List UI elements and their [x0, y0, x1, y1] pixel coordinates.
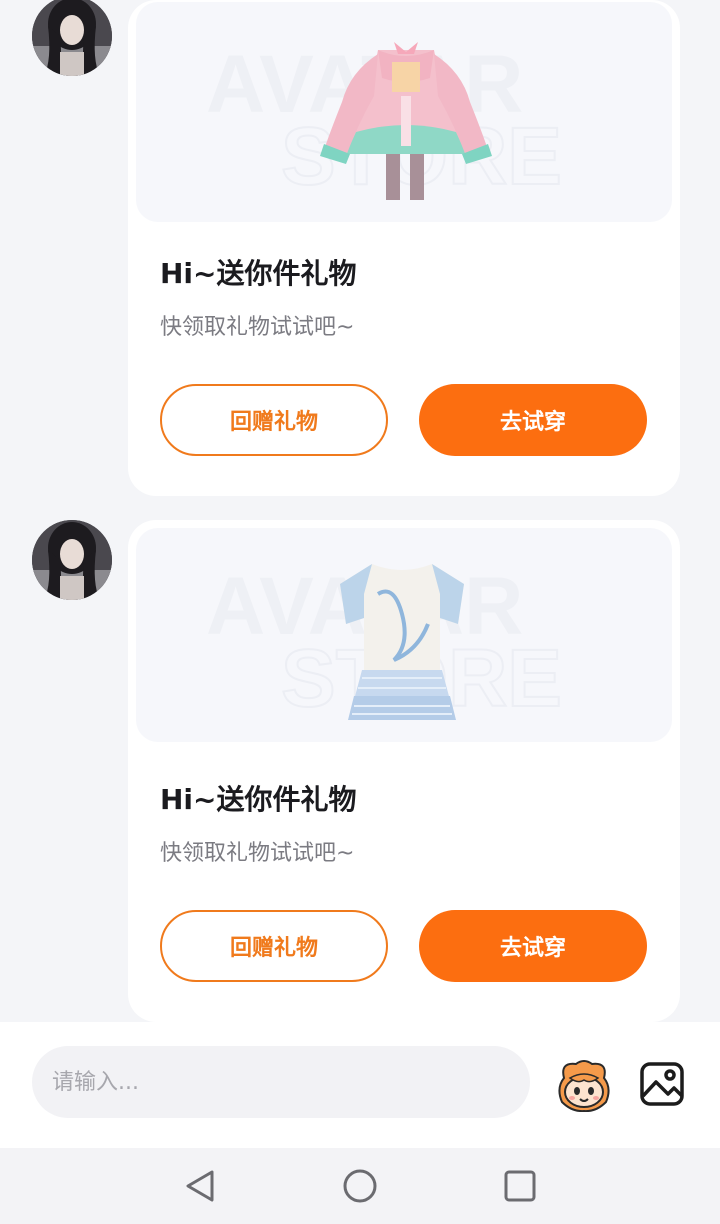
- try-on-button[interactable]: 去试穿: [419, 910, 647, 982]
- gift-subtitle: 快领取礼物试试吧~: [160, 315, 355, 340]
- message-input[interactable]: [32, 1046, 530, 1118]
- lolita-dress-illustration: [320, 42, 492, 200]
- message-input-bar: [0, 1022, 720, 1148]
- return-gift-button[interactable]: 回赠礼物: [160, 910, 388, 982]
- gift-card: AVATAR STORE Hi~送你件礼物 快领取礼物试试吧~ 回赠礼物 去试穿: [128, 520, 680, 1022]
- recents-square-icon[interactable]: [500, 1166, 540, 1206]
- avatar-image: [32, 520, 112, 600]
- try-on-button[interactable]: 去试穿: [419, 384, 647, 456]
- gift-card: AVATAR STORE Hi~送你: [128, 0, 680, 496]
- back-triangle-icon[interactable]: [180, 1166, 220, 1206]
- gift-image[interactable]: AVATAR STORE: [136, 528, 672, 742]
- gift-title: Hi~送你件礼物: [160, 783, 357, 816]
- chat-feed: AVATAR STORE Hi~送你: [0, 0, 720, 1022]
- gift-image[interactable]: AVATAR STORE: [136, 2, 672, 222]
- gift-title: Hi~送你件礼物: [160, 257, 357, 290]
- gift-subtitle: 快领取礼物试试吧~: [160, 841, 355, 866]
- mascot-face-icon[interactable]: [554, 1058, 614, 1112]
- system-nav-bar: [0, 1148, 720, 1224]
- image-icon[interactable]: [638, 1060, 686, 1108]
- return-gift-button[interactable]: 回赠礼物: [160, 384, 388, 456]
- avatar-image: [32, 0, 112, 76]
- avatar[interactable]: [32, 520, 112, 600]
- tshirt-dress-illustration: [340, 564, 464, 720]
- avatar[interactable]: [32, 0, 112, 76]
- home-circle-icon[interactable]: [340, 1166, 380, 1206]
